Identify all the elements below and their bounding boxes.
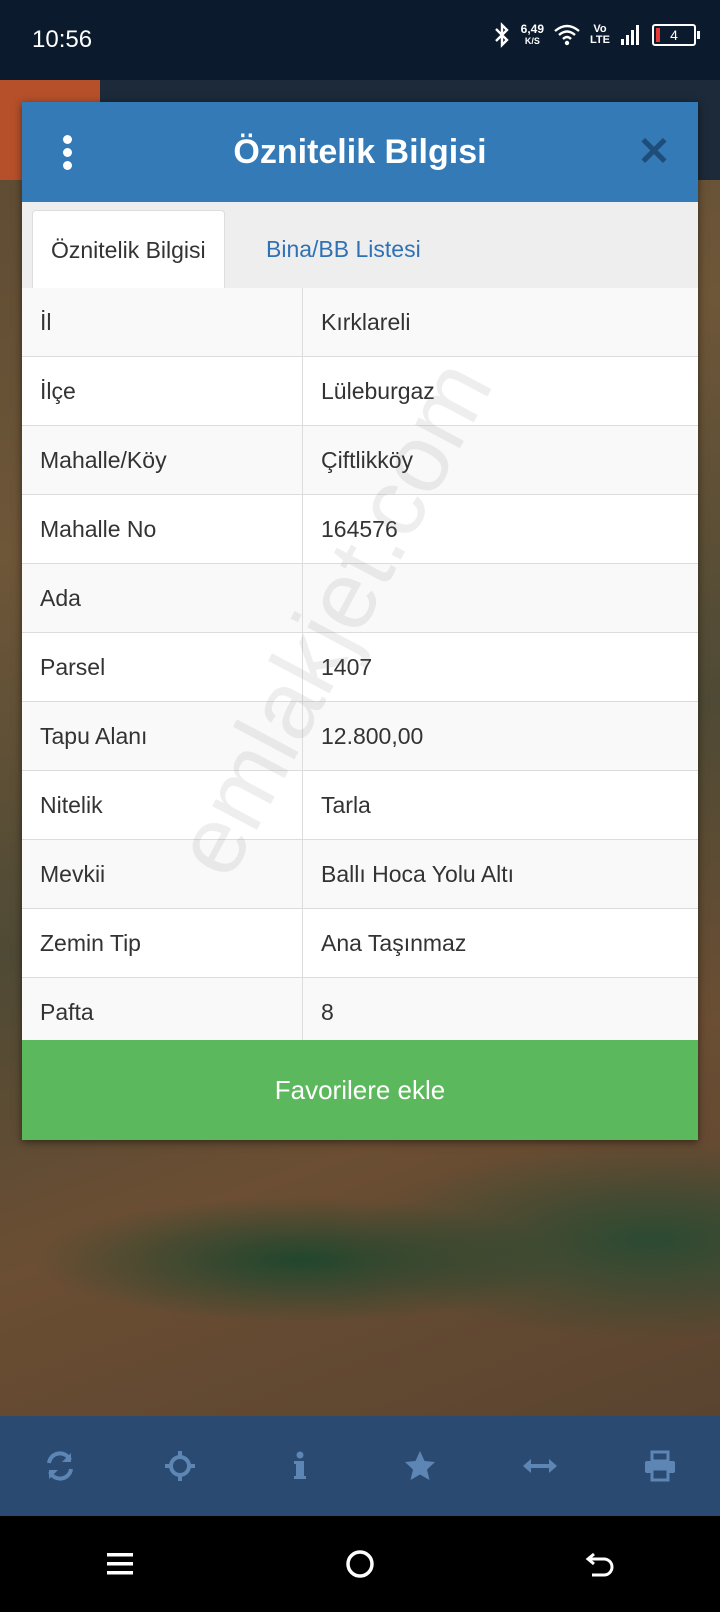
table-row: Pafta 8 — [22, 978, 698, 1047]
row-key: Parsel — [22, 633, 303, 701]
row-value: Çiftlikköy — [321, 447, 414, 473]
close-icon[interactable]: ✕ — [634, 132, 674, 172]
more-options-icon[interactable] — [52, 132, 82, 172]
row-key: Zemin Tip — [22, 909, 303, 977]
measure-icon[interactable] — [510, 1436, 570, 1496]
table-row: Nitelik Tarla — [22, 771, 698, 840]
row-key: İlçe — [22, 357, 303, 425]
attribute-table: İl Kırklareli İlçe Lüleburgaz Mahalle/Köy Ç… — [22, 288, 698, 1047]
dialog-header: Öznitelik Bilgisi ✕ — [22, 102, 698, 202]
row-key: Ada — [22, 564, 303, 632]
home-icon[interactable] — [320, 1534, 400, 1594]
table-row: Ada — [22, 564, 698, 633]
status-icons: 6,49 K/S Vo LTE 4 — [493, 22, 700, 48]
table-row: Mevkii Ballı Hoca Yolu Altı — [22, 840, 698, 909]
refresh-icon[interactable] — [30, 1436, 90, 1496]
row-key: Pafta — [22, 978, 303, 1046]
signal-icon — [621, 25, 639, 45]
volte-indicator: Vo LTE — [590, 24, 610, 46]
attribute-dialog: Öznitelik Bilgisi ✕ Öznitelik Bilgisi Bi… — [22, 102, 698, 1140]
row-value: 12.800,00 — [321, 723, 424, 749]
row-key: Nitelik — [22, 771, 303, 839]
status-bar: 10:56 6,49 K/S Vo LTE 4 — [0, 0, 720, 80]
row-value: Tarla — [321, 792, 371, 818]
row-value: 8 — [321, 999, 334, 1025]
row-value: Kırklareli — [321, 309, 411, 335]
row-value: Lüleburgaz — [321, 378, 435, 404]
wifi-icon — [554, 24, 580, 46]
row-value — [303, 564, 698, 632]
star-icon[interactable] — [390, 1436, 450, 1496]
bluetooth-icon — [494, 22, 509, 48]
table-row: İlçe Lüleburgaz — [22, 357, 698, 426]
table-row: Tapu Alanı 12.800,00 — [22, 702, 698, 771]
bottom-toolbar — [0, 1416, 720, 1516]
add-favorite-button[interactable]: Favorilere ekle — [22, 1040, 698, 1140]
recents-icon[interactable] — [80, 1534, 160, 1594]
tab-bar: Öznitelik Bilgisi Bina/BB Listesi — [22, 202, 698, 289]
battery-level: 4 — [670, 27, 678, 43]
dialog-title: Öznitelik Bilgisi — [233, 133, 487, 171]
tab-building-list[interactable]: Bina/BB Listesi — [248, 210, 439, 288]
row-key: Mevkii — [22, 840, 303, 908]
row-value: Ana Taşınmaz — [321, 930, 467, 956]
print-icon[interactable] — [630, 1436, 690, 1496]
row-key: İl — [22, 288, 303, 356]
table-row: Parsel 1407 — [22, 633, 698, 702]
table-row: Mahalle/Köy Çiftlikköy — [22, 426, 698, 495]
row-value: 1407 — [321, 654, 373, 680]
row-key: Mahalle No — [22, 495, 303, 563]
tab-attribute-info[interactable]: Öznitelik Bilgisi — [32, 210, 225, 289]
network-speed: 6,49 K/S — [521, 23, 544, 47]
speed-unit: K/S — [524, 36, 540, 46]
row-value: 164576 — [321, 516, 398, 542]
table-row: Mahalle No 164576 — [22, 495, 698, 564]
system-nav-bar — [0, 1516, 720, 1612]
table-row: İl Kırklareli — [22, 288, 698, 357]
row-key: Tapu Alanı — [22, 702, 303, 770]
volte-bottom: LTE — [590, 34, 610, 46]
info-icon[interactable] — [270, 1436, 330, 1496]
row-key: Mahalle/Köy — [22, 426, 303, 494]
table-row: Zemin Tip Ana Taşınmaz — [22, 909, 698, 978]
status-time: 10:56 — [32, 26, 93, 53]
row-value: Ballı Hoca Yolu Altı — [321, 861, 515, 887]
back-icon[interactable] — [560, 1534, 640, 1594]
speed-value: 6,49 — [520, 22, 545, 36]
locate-icon[interactable] — [150, 1436, 210, 1496]
battery-icon: 4 — [652, 24, 700, 46]
